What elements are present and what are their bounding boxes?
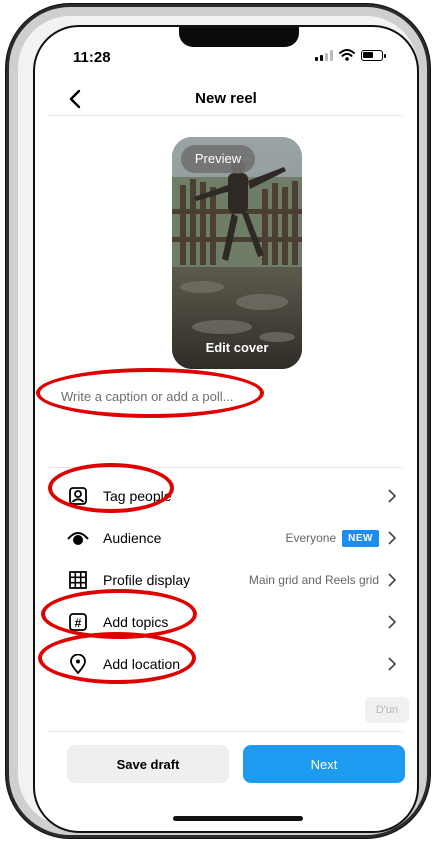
location-pin-icon <box>67 653 89 675</box>
profile-display-value: Main grid and Reels grid <box>248 573 379 587</box>
hashtag-icon: # <box>67 611 89 633</box>
tag-person-icon <box>67 485 89 507</box>
next-button[interactable]: Next <box>243 745 405 783</box>
wifi-icon <box>339 49 355 61</box>
grid-icon <box>67 569 89 591</box>
audience-row[interactable]: Audience Everyone NEW <box>49 517 403 559</box>
row-label: Profile display <box>103 572 191 588</box>
eye-icon <box>67 527 89 549</box>
profile-display-row[interactable]: Profile display Main grid and Reels grid <box>49 559 403 601</box>
home-indicator <box>173 816 303 821</box>
tag-people-row[interactable]: Tag people <box>49 475 403 517</box>
row-label: Add location <box>103 656 181 672</box>
location-suggestion-chip[interactable]: D'un <box>365 697 409 723</box>
reel-preview[interactable]: Preview Edit cover <box>172 137 302 369</box>
signal-icon <box>315 49 333 61</box>
screen: 11:28 New reel Preview Edit cover Write … <box>33 25 419 833</box>
row-label: Audience <box>103 530 162 546</box>
page-title: New reel <box>195 90 257 107</box>
row-label: Tag people <box>103 488 172 504</box>
chevron-right-icon <box>388 489 397 503</box>
divider <box>49 731 403 732</box>
dynamic-island <box>179 27 299 47</box>
status-time: 11:28 <box>73 49 111 66</box>
new-badge: NEW <box>342 529 379 547</box>
status-icons <box>315 49 386 61</box>
add-location-row[interactable]: Add location <box>49 643 403 685</box>
svg-text:#: # <box>75 616 82 630</box>
caption-input[interactable] <box>53 383 383 410</box>
chevron-right-icon <box>388 615 397 629</box>
chevron-right-icon <box>388 573 397 587</box>
preview-pill[interactable]: Preview <box>181 145 255 173</box>
phone-frame: 11:28 New reel Preview Edit cover Write … <box>6 4 430 838</box>
battery-icon <box>361 49 386 61</box>
row-meta: Main grid and Reels grid <box>249 573 379 587</box>
row-label: Add topics <box>103 614 169 630</box>
top-bar: New reel <box>35 82 417 118</box>
divider <box>49 467 403 468</box>
divider <box>49 115 403 116</box>
chevron-right-icon <box>388 531 397 545</box>
save-draft-button[interactable]: Save draft <box>67 745 229 783</box>
audience-value: Everyone <box>285 531 337 545</box>
chevron-right-icon <box>388 657 397 671</box>
add-topics-row[interactable]: # Add topics <box>49 601 403 643</box>
row-meta: Everyone NEW <box>285 529 379 547</box>
edit-cover-button[interactable]: Edit cover <box>172 340 302 355</box>
